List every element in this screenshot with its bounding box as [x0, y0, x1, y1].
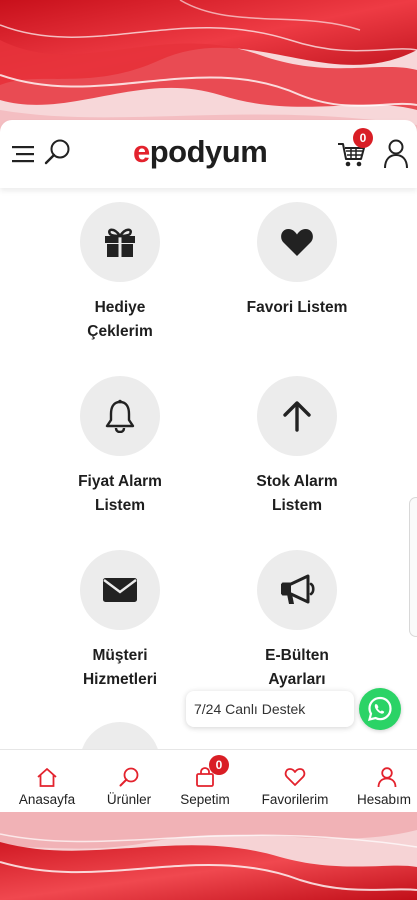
- app-header: epodyum: [0, 120, 417, 188]
- tile-favorite-list[interactable]: Favori Listem: [217, 202, 377, 320]
- nav-account[interactable]: Hesabım: [354, 750, 417, 816]
- nav-products[interactable]: Ürünler: [94, 750, 164, 816]
- whatsapp-icon[interactable]: [359, 688, 401, 730]
- tile-price-alarm-list[interactable]: Fiyat Alarm Listem: [40, 376, 200, 518]
- tile-label: Müşteri Hizmetleri: [82, 647, 158, 688]
- tile-newsletter-settings[interactable]: E-Bülten Ayarları: [217, 550, 377, 692]
- menu-icon[interactable]: [12, 144, 36, 164]
- nav-label: Anasayfa: [18, 792, 76, 807]
- bottom-decorative-banner: [0, 812, 417, 900]
- arrow-up-icon: [257, 376, 337, 456]
- top-decorative-banner: [0, 0, 417, 135]
- heart-outline-icon: [284, 768, 306, 786]
- tile-stock-alarm-list[interactable]: Stok Alarm Listem: [217, 376, 377, 518]
- logo-rest: podyum: [149, 134, 268, 169]
- heart-icon: [257, 202, 337, 282]
- bottom-navigation: Anasayfa Ürünler Sepetim Favorilerim Hes…: [0, 749, 417, 815]
- nav-cart[interactable]: Sepetim: [170, 750, 240, 816]
- cart-count-badge: 0: [353, 128, 373, 148]
- tile-gift-vouchers[interactable]: Hediye Çeklerim: [40, 202, 200, 344]
- tile-label: Stok Alarm Listem: [256, 473, 338, 514]
- nav-label: Favorilerim: [261, 792, 329, 807]
- nav-label: Ürünler: [106, 792, 152, 807]
- home-icon: [37, 768, 57, 787]
- logo-first-letter: e: [133, 134, 150, 169]
- brand-logo[interactable]: epodyum: [133, 134, 268, 170]
- nav-home[interactable]: Anasayfa: [8, 750, 86, 816]
- side-drawer-handle[interactable]: [409, 497, 417, 637]
- search-icon: [119, 767, 139, 787]
- envelope-icon: [80, 550, 160, 630]
- nav-label: Hesabım: [357, 792, 412, 807]
- bell-icon: [80, 376, 160, 456]
- search-icon[interactable]: [42, 137, 72, 167]
- tile-customer-service[interactable]: Müşteri Hizmetleri: [40, 550, 200, 692]
- nav-label: Sepetim: [180, 792, 230, 807]
- megaphone-icon: [257, 550, 337, 630]
- user-icon: [377, 767, 397, 788]
- tile-label: E-Bülten Ayarları: [265, 647, 329, 688]
- tile-label: Favori Listem: [246, 299, 348, 316]
- partial-tile-circle: [80, 722, 160, 749]
- live-support-bubble[interactable]: 7/24 Canlı Destek: [186, 691, 354, 727]
- tile-label: Hediye Çeklerim: [87, 299, 153, 340]
- user-icon[interactable]: [382, 138, 410, 170]
- nav-cart-badge: 0: [209, 755, 229, 775]
- nav-favorites[interactable]: Favorilerim: [250, 750, 340, 816]
- gift-icon: [80, 202, 160, 282]
- tile-label: Fiyat Alarm Listem: [78, 473, 162, 514]
